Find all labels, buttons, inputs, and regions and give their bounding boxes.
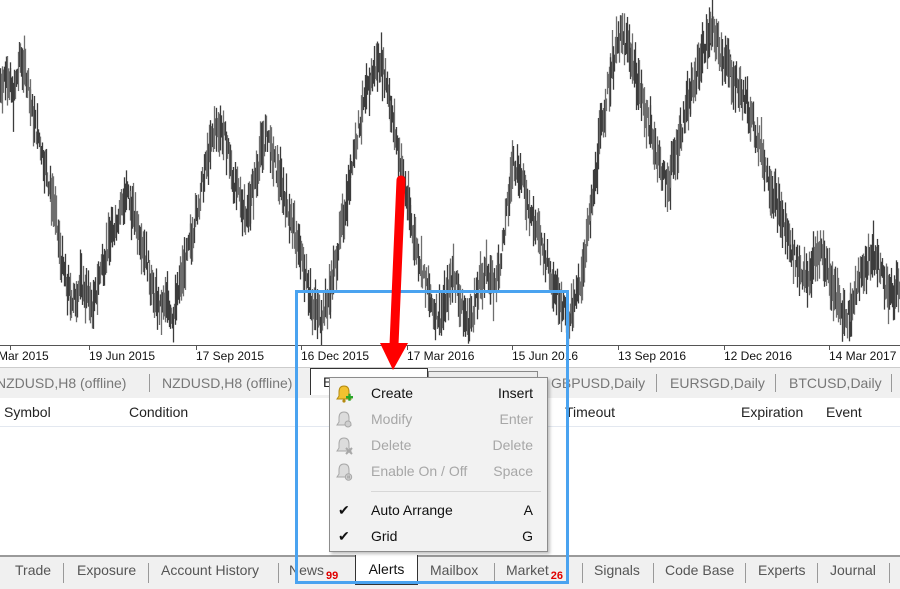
tab-experts[interactable]: Experts [758, 562, 805, 578]
chart-tab[interactable]: BTCUSD,Daily [789, 372, 882, 394]
column-condition[interactable]: Condition [129, 404, 188, 420]
tab-divider [148, 563, 149, 583]
time-label: 17 Mar 2016 [407, 349, 475, 363]
tab-divider [745, 563, 746, 583]
checkmark-icon: ✔ [338, 502, 350, 518]
column-expiration[interactable]: Expiration [741, 404, 803, 420]
news-count-badge: 99 [326, 570, 339, 582]
bell-add-icon [336, 385, 353, 403]
tab-trade[interactable]: Trade [15, 562, 51, 578]
menu-separator [371, 491, 541, 492]
time-label: 15 Jun 2016 [512, 349, 579, 363]
tab-divider [817, 563, 818, 583]
time-label: 13 Sep 2016 [618, 349, 687, 363]
chart-tab[interactable]: GBPUSD,Daily [551, 372, 645, 394]
menu-shortcut: Space [493, 463, 533, 479]
checkmark-icon: ✔ [338, 528, 350, 544]
menu-item-auto-arrange[interactable]: ✔ Auto Arrange A [330, 498, 547, 524]
time-label: 17 Sep 2015 [196, 349, 265, 363]
menu-label: Create [371, 385, 414, 401]
menu-shortcut: Enter [499, 411, 533, 427]
market-count-badge: 26 [550, 570, 564, 582]
time-label: 16 Dec 2015 [301, 349, 370, 363]
tab-divider [149, 374, 150, 392]
tab-divider [653, 563, 654, 583]
tab-exposure[interactable]: Exposure [77, 562, 136, 578]
tab-divider [278, 563, 279, 583]
menu-item-grid[interactable]: ✔ Grid G [330, 524, 547, 550]
tab-market-label: Market [506, 562, 549, 578]
tab-divider [582, 563, 583, 583]
tab-divider [656, 374, 657, 392]
menu-item-modify[interactable]: Modify Enter [330, 407, 547, 433]
toolbox-tabs: Trade Exposure Account History News 99 Al… [0, 555, 900, 589]
tab-divider [63, 563, 64, 583]
context-menu: Create Insert Modify Enter Delete Delete… [329, 377, 548, 552]
menu-item-delete[interactable]: Delete Delete [330, 433, 547, 459]
chart-tab[interactable]: NZDUSD,H8 (offline) [162, 372, 292, 394]
menu-label: Enable On / Off [371, 463, 468, 479]
chart-tab[interactable]: NZDUSD,H8 (offline) [0, 372, 126, 394]
time-label: Mar 2015 [0, 349, 49, 363]
time-label: 14 Mar 2017 [829, 349, 897, 363]
menu-label: Modify [371, 411, 413, 427]
tab-account-history[interactable]: Account History [161, 562, 259, 578]
price-chart[interactable] [0, 0, 900, 345]
menu-label: Auto Arrange [371, 502, 453, 518]
time-label: 12 Dec 2016 [724, 349, 793, 363]
menu-label: Grid [371, 528, 398, 544]
time-axis: Mar 2015 19 Jun 2015 17 Sep 2015 16 Dec … [0, 345, 900, 368]
tab-news-label: News [289, 562, 325, 578]
tab-mailbox[interactable]: Mailbox [430, 562, 478, 578]
time-label: 19 Jun 2015 [89, 349, 156, 363]
menu-shortcut: Insert [497, 385, 533, 401]
chart-tab[interactable]: EURSGD,Daily [670, 372, 765, 394]
tab-divider [494, 563, 495, 583]
tab-signals[interactable]: Signals [594, 562, 640, 578]
menu-item-create[interactable]: Create Insert [330, 381, 547, 407]
column-symbol[interactable]: Symbol [4, 404, 51, 420]
menu-shortcut: A [523, 502, 533, 518]
tab-market[interactable]: Market 26 [506, 562, 563, 582]
price-bars [0, 0, 900, 345]
menu-shortcut: G [522, 528, 533, 544]
bell-delete-icon [336, 437, 353, 455]
tab-divider [775, 374, 776, 392]
tab-journal[interactable]: Journal [830, 562, 876, 578]
menu-item-enable-toggle[interactable]: Enable On / Off Space [330, 459, 547, 485]
menu-shortcut: Delete [492, 437, 533, 453]
tab-alerts[interactable]: Alerts [355, 555, 418, 585]
bell-toggle-icon [336, 463, 353, 481]
tab-divider [889, 563, 890, 583]
bell-edit-icon [336, 411, 352, 428]
menu-label: Delete [371, 437, 412, 453]
tab-divider [891, 374, 892, 392]
tab-code-base[interactable]: Code Base [665, 562, 734, 578]
column-timeout[interactable]: Timeout [565, 404, 615, 420]
column-event[interactable]: Event [826, 404, 862, 420]
tab-news[interactable]: News 99 [289, 562, 338, 582]
